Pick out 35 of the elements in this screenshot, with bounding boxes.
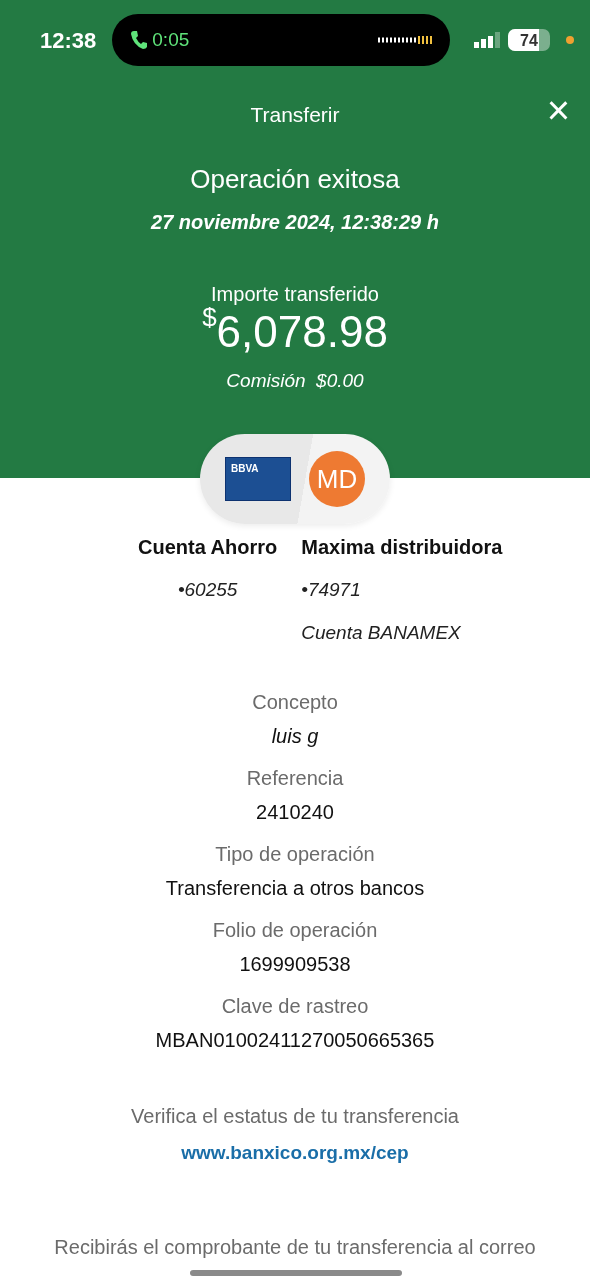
transaction-datetime: 27 noviembre 2024, 12:38:29 h <box>149 210 440 235</box>
detail-value: 2410240 <box>255 800 335 825</box>
detail-value: Transferencia a otros bancos <box>164 876 426 901</box>
fee-text: Comisión $0.00 <box>225 369 365 394</box>
detail-value: MBAN01002411270050665365 <box>154 1028 436 1053</box>
detail-label: Referencia <box>245 766 345 791</box>
audio-wave-icon <box>378 35 433 45</box>
screen-title: Transferir <box>250 102 340 129</box>
phone-icon <box>130 30 149 50</box>
amount-label: Importe transferido <box>210 282 380 307</box>
receipt-notice: Recibirás el comprobante de tu transferencia al correo <box>53 1234 537 1260</box>
card-icon: BBVA <box>225 457 291 501</box>
recipient-account-number: •74971 <box>301 578 362 602</box>
home-indicator[interactable] <box>190 1270 402 1276</box>
recipient-name: Maxima distribuidora <box>301 535 503 560</box>
call-timer: 0:05 <box>152 27 190 52</box>
recipient-avatar: MD <box>309 451 365 507</box>
status-time: 12:38 <box>40 26 97 55</box>
verify-link[interactable]: www.banxico.org.mx/cep <box>181 1139 409 1168</box>
detail-value: 1699909538 <box>238 952 352 977</box>
source-account-name: Cuenta Ahorro <box>138 535 278 560</box>
detail-label: Folio de operación <box>211 918 379 943</box>
recipient-bank: Cuenta BANAMEX <box>301 620 462 645</box>
verify-text: Verifica el estatus de tu transferencia <box>130 1104 460 1129</box>
signal-icon <box>474 32 500 48</box>
amount: $^{$}$6,078.98 <box>201 309 389 356</box>
privacy-dot-icon <box>566 36 574 44</box>
detail-label: Clave de rastreo <box>220 994 370 1019</box>
battery-icon: 74 <box>508 29 550 51</box>
detail-label: Tipo de operación <box>214 842 376 867</box>
status-title: Operación exitosa <box>189 163 401 196</box>
source-account-number: •60255 <box>176 578 239 602</box>
detail-value: luis g <box>270 724 320 749</box>
detail-label: Concepto <box>251 690 339 715</box>
close-button[interactable]: × <box>546 90 570 130</box>
